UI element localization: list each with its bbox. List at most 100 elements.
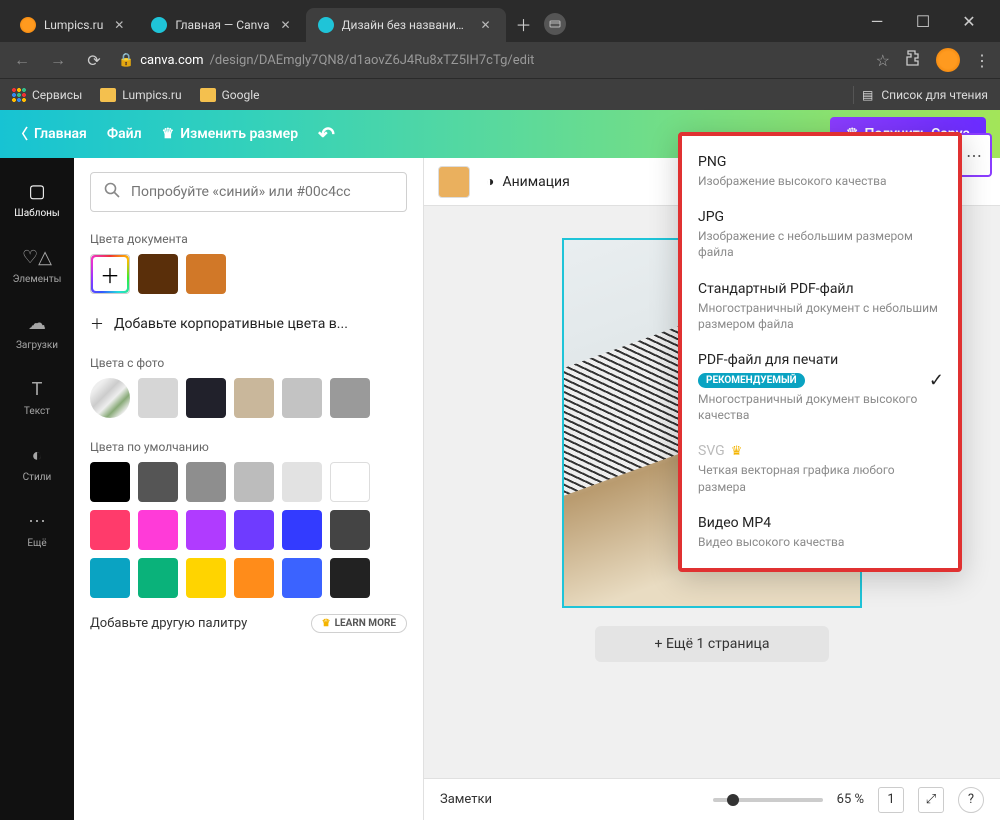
color-swatch[interactable] bbox=[138, 462, 178, 502]
bookmark-lumpics[interactable]: Lumpics.ru bbox=[100, 88, 181, 102]
back-button[interactable]: ← bbox=[10, 48, 34, 72]
rail-templates[interactable]: ▢Шаблоны bbox=[0, 166, 74, 232]
rail-text[interactable]: TТекст bbox=[0, 364, 74, 430]
rail-uploads[interactable]: ☁Загрузки bbox=[0, 298, 74, 364]
crown-icon: ♛ bbox=[162, 126, 175, 142]
resize-button[interactable]: ♛Изменить размер bbox=[162, 126, 298, 142]
payment-methods-icon[interactable] bbox=[544, 13, 566, 35]
photo-source-swatch[interactable] bbox=[90, 378, 130, 418]
color-swatch[interactable] bbox=[186, 510, 226, 550]
add-color-button[interactable]: ＋ bbox=[90, 254, 130, 294]
tab-2[interactable]: Дизайн без названия — Invitat ✕ bbox=[306, 8, 506, 42]
color-swatch[interactable] bbox=[186, 558, 226, 598]
styles-icon: ◐ bbox=[25, 443, 49, 467]
close-icon[interactable]: ✕ bbox=[478, 17, 494, 33]
color-swatch[interactable] bbox=[186, 254, 226, 294]
url-domain: canva.com bbox=[140, 53, 203, 68]
learn-more-button[interactable]: ♛LEARN MORE bbox=[311, 614, 407, 633]
help-button[interactable]: ? bbox=[958, 787, 984, 813]
minimize-button[interactable]: — bbox=[854, 5, 900, 37]
chrome-menu-icon[interactable]: ⋮ bbox=[974, 51, 990, 70]
rail-styles[interactable]: ◐Стили bbox=[0, 430, 74, 496]
animation-icon: ◑ bbox=[486, 173, 494, 190]
bookmark-google[interactable]: Google bbox=[200, 88, 260, 102]
folder-icon bbox=[200, 88, 216, 102]
color-swatch[interactable] bbox=[234, 510, 274, 550]
profile-avatar[interactable] bbox=[936, 48, 960, 72]
animation-button[interactable]: ◑Анимация bbox=[486, 173, 570, 190]
color-swatch[interactable] bbox=[90, 462, 130, 502]
download-option[interactable]: PNGИзображение высокого качества bbox=[682, 144, 958, 199]
extensions-icon[interactable] bbox=[904, 49, 922, 71]
color-swatch[interactable] bbox=[282, 510, 322, 550]
apps-shortcut[interactable]: Сервисы bbox=[12, 88, 82, 102]
file-menu[interactable]: Файл bbox=[107, 126, 142, 142]
color-swatch[interactable] bbox=[138, 510, 178, 550]
color-swatch[interactable] bbox=[282, 462, 322, 502]
add-page-button[interactable]: + Ещё 1 страница bbox=[595, 626, 830, 662]
side-panel: Цвета документа ＋ ＋Добавьте корпоративны… bbox=[74, 158, 424, 820]
color-swatch[interactable] bbox=[234, 378, 274, 418]
home-button[interactable]: 〈Главная bbox=[14, 124, 87, 144]
fullscreen-button[interactable]: ⤢ bbox=[918, 787, 944, 813]
new-tab-button[interactable]: ＋ bbox=[510, 10, 538, 38]
close-window-button[interactable]: ✕ bbox=[946, 5, 992, 37]
tab-1[interactable]: Главная — Canva ✕ bbox=[139, 8, 305, 42]
download-option-title: SVG♛ bbox=[698, 443, 942, 459]
another-palette-label: Добавьте другую палитру bbox=[90, 616, 247, 631]
section-default-colors: Цвета по умолчанию bbox=[74, 428, 423, 462]
color-swatch[interactable] bbox=[90, 558, 130, 598]
download-option-desc: Многостраничный документ с небольшим раз… bbox=[698, 300, 942, 332]
download-option-desc: Многостраничный документ высокого качест… bbox=[698, 391, 942, 423]
download-option[interactable]: SVG♛Четкая векторная графика любого разм… bbox=[682, 433, 958, 504]
tab-0[interactable]: Lumpics.ru ✕ bbox=[8, 8, 139, 42]
download-option[interactable]: Видео MP4Видео высокого качества bbox=[682, 505, 958, 560]
download-option[interactable]: PDF-файл для печатиРЕКОМЕНДУЕМЫЙМногостр… bbox=[682, 342, 958, 433]
download-option-desc: Видео высокого качества bbox=[698, 534, 942, 550]
browser-tabstrip: Lumpics.ru ✕ Главная — Canva ✕ Дизайн бе… bbox=[0, 0, 1000, 42]
color-swatch[interactable] bbox=[330, 558, 370, 598]
color-swatch[interactable] bbox=[330, 378, 370, 418]
color-swatch[interactable] bbox=[138, 378, 178, 418]
color-swatch[interactable] bbox=[330, 462, 370, 502]
notes-button[interactable]: Заметки bbox=[440, 792, 492, 807]
address-bar[interactable]: 🔒 canva.com/design/DAEmgly7QN8/d1aovZ6J4… bbox=[118, 53, 864, 68]
add-brand-colors[interactable]: ＋Добавьте корпоративные цвета в... bbox=[74, 304, 423, 344]
color-swatch[interactable] bbox=[234, 558, 274, 598]
color-swatch[interactable] bbox=[138, 254, 178, 294]
color-swatch[interactable] bbox=[186, 462, 226, 502]
download-option[interactable]: JPGИзображение с небольшим размером файл… bbox=[682, 199, 958, 270]
color-swatch[interactable] bbox=[234, 462, 274, 502]
color-swatch[interactable] bbox=[282, 378, 322, 418]
reload-button[interactable]: ⟳ bbox=[82, 48, 106, 72]
rail-elements[interactable]: ♡△Элементы bbox=[0, 232, 74, 298]
rail-more[interactable]: ⋯Ещё bbox=[0, 496, 74, 562]
color-swatch[interactable] bbox=[138, 558, 178, 598]
uploads-icon: ☁ bbox=[25, 311, 49, 335]
reading-list-button[interactable]: Список для чтения bbox=[881, 88, 988, 102]
zoom-level[interactable]: 65 % bbox=[837, 792, 864, 807]
close-icon[interactable]: ✕ bbox=[278, 17, 294, 33]
bookmark-star-icon[interactable]: ☆ bbox=[876, 51, 890, 70]
color-swatch[interactable] bbox=[186, 378, 226, 418]
zoom-slider[interactable] bbox=[713, 798, 823, 802]
search-icon bbox=[103, 181, 121, 203]
browser-toolbar: ← → ⟳ 🔒 canva.com/design/DAEmgly7QN8/d1a… bbox=[0, 42, 1000, 78]
search-input[interactable] bbox=[131, 184, 394, 200]
search-box[interactable] bbox=[90, 172, 407, 212]
color-swatch[interactable] bbox=[90, 510, 130, 550]
text-icon: T bbox=[25, 377, 49, 401]
page-counter[interactable]: 1 bbox=[878, 787, 904, 813]
color-swatch[interactable] bbox=[282, 558, 322, 598]
check-icon: ✓ bbox=[929, 370, 944, 391]
download-format-panel: PNGИзображение высокого качестваJPGИзобр… bbox=[678, 132, 962, 572]
undo-button[interactable]: ↶ bbox=[318, 122, 335, 146]
url-path: /design/DAEmgly7QN8/d1aovZ6J4Ru8xTZ5IH7c… bbox=[210, 53, 535, 68]
templates-icon: ▢ bbox=[25, 179, 49, 203]
maximize-button[interactable]: ☐ bbox=[900, 5, 946, 37]
color-swatch[interactable] bbox=[330, 510, 370, 550]
download-option[interactable]: Стандартный PDF-файлМногостраничный доку… bbox=[682, 271, 958, 342]
color-picker-button[interactable] bbox=[438, 166, 470, 198]
close-icon[interactable]: ✕ bbox=[111, 17, 127, 33]
bookmarks-bar: Сервисы Lumpics.ru Google ▤ Список для ч… bbox=[0, 78, 1000, 110]
